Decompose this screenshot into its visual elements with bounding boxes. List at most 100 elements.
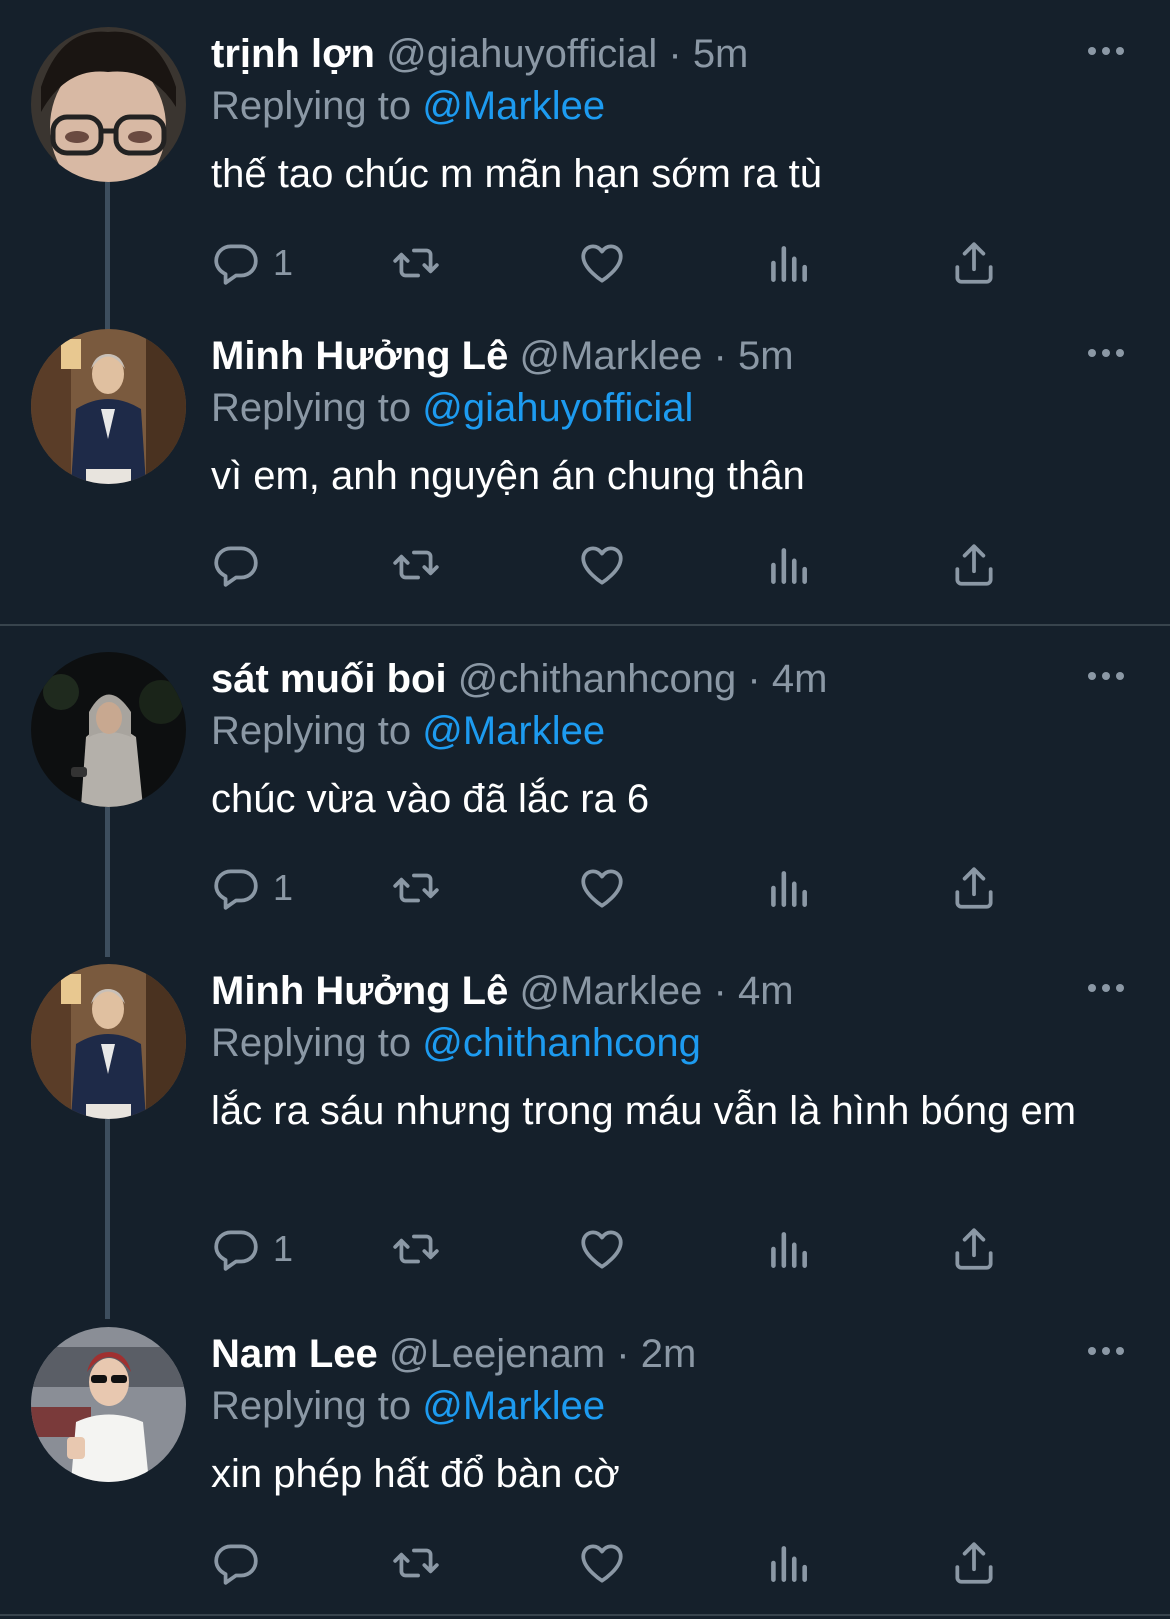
replying-to-label: Replying to [211,84,412,128]
tweet-actions [211,537,1091,593]
views-button[interactable] [763,1535,813,1591]
display-name[interactable]: Minh Hưởng Lê [211,334,508,378]
separator-dot: · [616,1332,630,1376]
separator-dot: · [668,32,682,76]
tweet[interactable]: sát muối boi @chithanhcong · 4m Replying… [0,625,1170,957]
share-icon [955,1228,993,1270]
replying-to-label: Replying to [211,386,412,430]
reply-icon [214,869,258,910]
tweet-actions: 1 [211,860,1091,916]
tweet[interactable]: trịnh lợn @giahuyofficial · 5m Replying … [0,0,1170,330]
retweet-button[interactable] [391,235,441,291]
timestamp[interactable]: 4m [772,657,828,701]
display-name[interactable]: trịnh lợn [211,32,375,76]
user-handle[interactable]: @giahuyofficial [386,32,657,76]
display-name[interactable]: Minh Hưởng Lê [211,969,508,1013]
replying-to-label: Replying to [211,1021,412,1065]
retweet-button[interactable] [391,1221,441,1277]
views-button[interactable] [763,537,813,593]
thread-line [105,1119,110,1319]
mention-link[interactable]: @giahuyofficial [422,386,693,430]
reply-button[interactable]: 1 [211,1221,293,1277]
tweet-actions: 1 [211,235,1091,291]
timestamp[interactable]: 4m [738,969,794,1013]
replying-to: Replying to @Marklee [211,82,605,130]
share-button[interactable] [949,1221,999,1277]
replying-to: Replying to @Marklee [211,1382,605,1430]
more-icon[interactable] [1086,1343,1126,1359]
reply-button[interactable]: 1 [211,235,293,291]
retweet-button[interactable] [391,860,441,916]
tweet-header: Nam Lee @Leejenam · 2m [211,1330,696,1378]
timestamp[interactable]: 5m [738,334,794,378]
avatar-image [31,27,186,182]
tweet[interactable]: Nam Lee @Leejenam · 2m Replying to @Mark… [0,1300,1170,1619]
share-button[interactable] [949,235,999,291]
more-icon[interactable] [1086,980,1126,996]
tweet-header: sát muối boi @chithanhcong · 4m [211,655,827,703]
replying-to-label: Replying to [211,1384,412,1428]
views-button[interactable] [763,1221,813,1277]
separator-dot: · [747,657,761,701]
display-name[interactable]: sát muối boi [211,657,447,701]
mention-link[interactable]: @Marklee [422,709,605,753]
mention-link[interactable]: @Marklee [422,1384,605,1428]
retweet-icon [393,248,439,278]
share-button[interactable] [949,1535,999,1591]
like-button[interactable] [577,860,627,916]
bottom-divider [0,1614,1170,1616]
share-button[interactable] [949,537,999,593]
user-handle[interactable]: @Marklee [520,334,703,378]
avatar-image [31,329,186,484]
more-icon[interactable] [1086,43,1126,59]
views-button[interactable] [763,860,813,916]
mention-link[interactable]: @chithanhcong [422,1021,701,1065]
like-button[interactable] [577,235,627,291]
share-button[interactable] [949,860,999,916]
views-icon [771,1232,807,1268]
like-button[interactable] [577,1535,627,1591]
share-icon [955,867,993,909]
avatar-image [31,964,186,1119]
replying-to: Replying to @Marklee [211,707,605,755]
retweet-icon [393,550,439,580]
tweet-header: Minh Hưởng Lê @Marklee · 4m [211,967,794,1015]
avatar[interactable] [31,652,186,807]
tweet-text: lắc ra sáu nhưng trong máu vẫn là hình b… [211,1089,1077,1133]
separator-dot: · [713,334,727,378]
user-handle[interactable]: @chithanhcong [458,657,737,701]
tweet[interactable]: Minh Hưởng Lê @Marklee · 5m Replying to … [0,302,1170,622]
more-icon[interactable] [1086,345,1126,361]
reply-icon [214,1230,258,1271]
like-button[interactable] [577,537,627,593]
display-name[interactable]: Nam Lee [211,1332,378,1376]
retweet-button[interactable] [391,1535,441,1591]
tweet[interactable]: Minh Hưởng Lê @Marklee · 4m Replying to … [0,937,1170,1319]
views-icon [771,246,807,282]
retweet-button[interactable] [391,537,441,593]
views-icon [771,548,807,584]
heart-icon [581,1230,623,1269]
avatar[interactable] [31,329,186,484]
reply-button[interactable] [211,1535,273,1591]
avatar[interactable] [31,1327,186,1482]
reply-button[interactable]: 1 [211,860,293,916]
views-button[interactable] [763,235,813,291]
heart-icon [581,869,623,908]
reply-button[interactable] [211,537,273,593]
like-button[interactable] [577,1221,627,1277]
timestamp[interactable]: 2m [641,1332,697,1376]
share-icon [955,1542,993,1584]
user-handle[interactable]: @Marklee [520,969,703,1013]
avatar[interactable] [31,27,186,182]
timestamp[interactable]: 5m [693,32,749,76]
tweet-header: trịnh lợn @giahuyofficial · 5m [211,30,748,78]
mention-link[interactable]: @Marklee [422,84,605,128]
tweet-text: vì em, anh nguyện án chung thân [211,454,805,498]
avatar[interactable] [31,964,186,1119]
heart-icon [581,546,623,585]
user-handle[interactable]: @Leejenam [389,1332,605,1376]
thread-line [105,807,110,957]
more-icon[interactable] [1086,668,1126,684]
share-icon [955,242,993,284]
